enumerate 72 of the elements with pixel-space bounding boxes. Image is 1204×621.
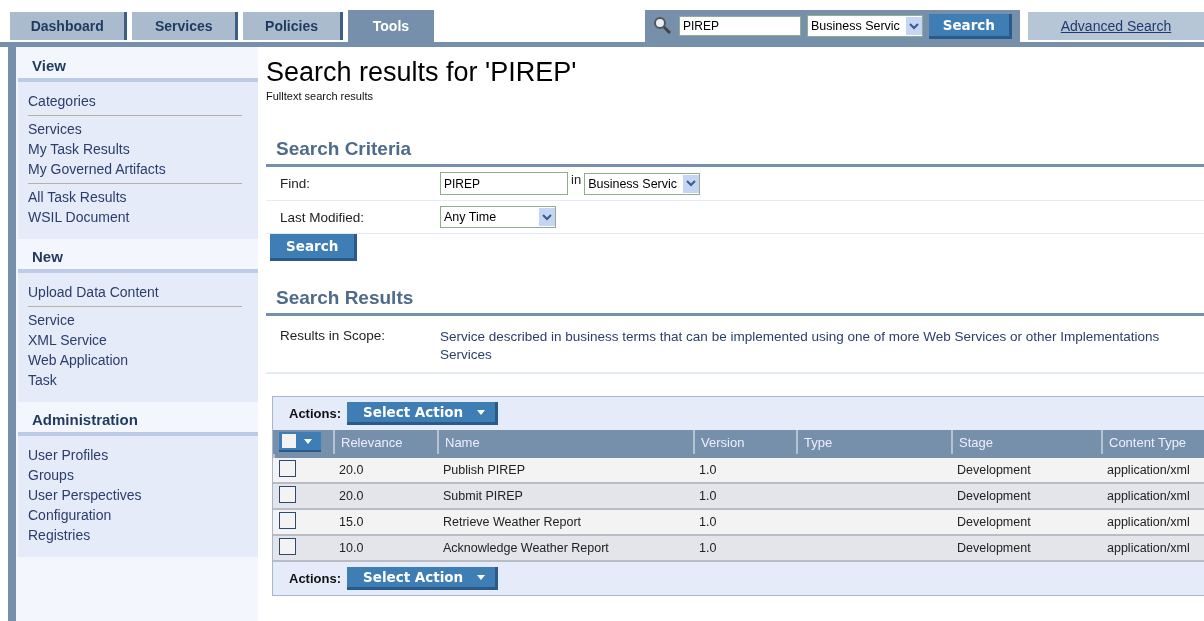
advanced-search-link[interactable]: Advanced Search (1060, 18, 1172, 34)
table-cell-text: 1.0 (698, 515, 718, 529)
table-cell-text: 10.0 (338, 541, 365, 555)
table-cell-text: Development (956, 515, 1032, 529)
date-dropdown[interactable]: Any Time (440, 206, 556, 228)
actions-label: Actions: (289, 571, 341, 586)
sidebar-link[interactable]: Service (28, 312, 242, 329)
row-checkbox[interactable] (279, 485, 296, 503)
nav-tab[interactable]: Services (132, 12, 239, 40)
row-checkbox[interactable] (279, 511, 296, 529)
table-cell-text: application/xml (1106, 463, 1191, 477)
nav-tab[interactable]: Dashboard (10, 12, 128, 40)
sidebar-link[interactable]: XML Service (28, 332, 242, 349)
in-label: in (571, 172, 582, 187)
chevron-icon (686, 180, 697, 187)
table-cell-text: Development (956, 541, 1032, 555)
table-cell-text: 1.0 (698, 463, 718, 477)
find-field[interactable]: PIREP (440, 172, 568, 195)
caret-icon (477, 574, 486, 580)
scope-description: Service described in business terms that can be implemented using one of more Web Services or other Implementations Services (440, 328, 1161, 364)
search-button[interactable]: Search (270, 234, 358, 261)
table-cell-text: 20.0 (338, 489, 365, 503)
field-label: Last Modified: (280, 209, 366, 225)
table-cell-text: 1.0 (698, 541, 718, 555)
nav-tab[interactable]: Policies (243, 12, 343, 40)
sidebar-link[interactable]: Services (28, 121, 242, 138)
table-cell-text: Development (956, 489, 1032, 503)
field-label: Results in Scope: (280, 328, 387, 345)
sidebar-link[interactable]: User Profiles (28, 447, 242, 464)
table-cell-text: Acknowledge Weather Report (442, 541, 610, 555)
search-button[interactable]: Search (928, 13, 1012, 39)
chevron-icon (908, 22, 919, 30)
select-action-button[interactable]: Select Action (347, 402, 499, 425)
actions-label: Actions: (289, 406, 341, 421)
table-cell-text: Development (956, 463, 1032, 477)
sidebar-link[interactable]: All Task Results (28, 189, 242, 206)
select-action-button[interactable]: Select Action (347, 567, 499, 590)
table-cell-text: application/xml (1106, 541, 1191, 555)
table-cell-text: application/xml (1106, 515, 1191, 529)
search-field[interactable]: PIREP (678, 16, 801, 36)
sidebar-link[interactable]: Configuration (28, 507, 242, 524)
section-heading: Search Criteria (266, 132, 1204, 167)
caret-icon (304, 438, 312, 444)
sidebar-link[interactable]: WSIL Document (28, 209, 242, 226)
sidebar-link[interactable]: User Perspectives (28, 487, 242, 504)
field-label: Find: (280, 176, 311, 191)
caret-icon (477, 409, 486, 415)
scope-dropdown[interactable]: Business Servic (806, 15, 923, 37)
sidebar-link[interactable]: My Task Results (28, 141, 242, 158)
sidebar-link[interactable]: Registries (28, 527, 242, 544)
sidebar-link[interactable]: Web Application (28, 352, 242, 369)
sidebar-link[interactable]: Upload Data Content (28, 284, 242, 301)
page-title: Search results for 'PIREP' (266, 57, 578, 88)
table-cell-text: application/xml (1106, 489, 1191, 503)
sidebar-link[interactable]: Categories (28, 93, 242, 110)
scope-dropdown[interactable]: Business Servic (584, 172, 701, 195)
table-cell-text: 15.0 (338, 515, 365, 529)
table-cell-text: 1.0 (698, 489, 718, 503)
chevron-icon (542, 213, 552, 221)
select-all-checkbox[interactable] (279, 432, 321, 452)
table-cell-text: Retrieve Weather Report (442, 515, 583, 529)
section-heading: Search Results (266, 281, 1204, 316)
page-subtitle: Fulltext search results (266, 90, 374, 102)
sidebar-link[interactable]: Groups (28, 467, 242, 484)
row-checkbox[interactable] (279, 459, 296, 477)
sidebar-link[interactable]: Task (28, 372, 242, 389)
sidebar-link[interactable]: My Governed Artifacts (28, 161, 242, 178)
table-cell-text: Submit PIREP (442, 489, 524, 503)
table-cell-text: 20.0 (338, 463, 365, 477)
row-checkbox[interactable] (279, 537, 296, 555)
table-cell-text: Publish PIREP (442, 463, 526, 477)
search-icon (653, 16, 673, 36)
